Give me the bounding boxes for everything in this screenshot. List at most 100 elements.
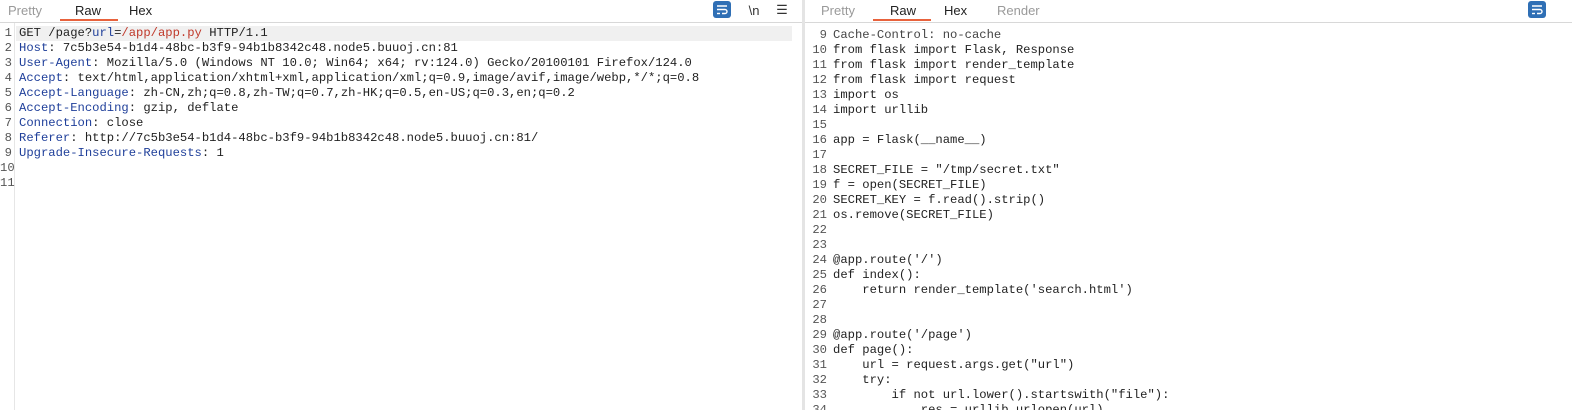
code-line: 9	[805, 28, 1572, 43]
line-number: 2	[4, 41, 12, 55]
code-token: f = open(SECRET_FILE)	[833, 178, 987, 192]
word-wrap-button[interactable]	[713, 1, 731, 18]
code-line: 5 Accept-Language: zh-CN,zh;q=0.8,zh-TW;q…	[0, 86, 802, 101]
line-text: from flask import Flask, Response	[833, 43, 1074, 58]
line-text: SECRET_FILE = "/tmp/secret.txt"	[833, 163, 1060, 178]
code-token: url = request.args.get("url")	[833, 358, 1075, 372]
code-line: 26 return render_template('search.html')	[805, 283, 1572, 298]
code-token: : 7c5b3e54-b1d4-48bc-b3f9-94b1b8342c48.n…	[48, 41, 458, 55]
active-tab-indicator	[60, 19, 118, 21]
code-line: 16 app = Flask(__name__)	[805, 133, 1572, 148]
line-number: 25	[812, 268, 827, 282]
line-number: 14	[812, 103, 827, 117]
code-token: import urllib	[833, 103, 929, 117]
line-number: 6	[4, 101, 12, 115]
code-token: : text/html,application/xhtml+xml,applic…	[62, 71, 700, 85]
code-token: from flask import request	[833, 73, 1016, 87]
line-number: 34	[812, 403, 827, 410]
code-token: GET /page?	[19, 26, 93, 40]
line-number: 16	[812, 133, 827, 147]
line-text: f = open(SECRET_FILE)	[833, 178, 987, 193]
line-number: 19	[812, 178, 827, 192]
line-text: Upgrade-Insecure-Requests: 1	[19, 146, 224, 161]
code-line: 27	[805, 298, 1572, 313]
line-number: 11	[0, 176, 15, 190]
code-line: 3 User-Agent: Mozilla/5.0 (Windows NT 10.…	[0, 56, 802, 71]
line-text: def index():	[833, 268, 921, 283]
line-text: def page():	[833, 343, 913, 358]
line-number: 26	[812, 283, 827, 297]
line-number: 4	[4, 71, 12, 85]
line-text: os.remove(SECRET_FILE)	[833, 208, 994, 223]
param-value: /app/app.py	[121, 26, 202, 40]
line-number: 7	[4, 116, 12, 130]
tab-hex[interactable]: Hex	[129, 3, 152, 18]
code-line: 34 res = urllib.urlopen(url)	[805, 403, 1572, 410]
code-line: 9 Upgrade-Insecure-Requests: 1	[0, 146, 802, 161]
line-text: Accept: text/html,application/xhtml+xml,…	[19, 71, 699, 86]
line-text: try:	[833, 373, 891, 388]
code-line: 11 from flask import render_template	[805, 58, 1572, 73]
line-number: 27	[812, 298, 827, 312]
code-line: 11	[0, 176, 802, 191]
tab-pretty[interactable]: Pretty	[8, 3, 42, 18]
code-line: 32 try:	[805, 373, 1572, 388]
line-number: 3	[4, 56, 12, 70]
line-text: User-Agent: Mozilla/5.0 (Windows NT 10.0…	[19, 56, 692, 71]
code-line: 12 from flask import request	[805, 73, 1572, 88]
line-text: Accept-Encoding: gzip, deflate	[19, 101, 238, 116]
code-line: 31 url = request.args.get("url")	[805, 358, 1572, 373]
line-text: @app.route('/')	[833, 253, 943, 268]
line-number: 15	[812, 118, 827, 132]
code-token: @app.route('/page')	[833, 328, 972, 342]
line-text: url = request.args.get("url")	[833, 358, 1074, 373]
menu-icon[interactable]: ☰	[774, 1, 790, 19]
partial-line: Cache-Control: no-cache	[805, 13, 1572, 42]
code-line: 23	[805, 238, 1572, 253]
code-token: from flask import render_template	[833, 58, 1075, 72]
line-number: 21	[812, 208, 827, 222]
code-token: @app.route('/')	[833, 253, 943, 267]
line-number: 32	[812, 373, 827, 387]
tab-raw[interactable]: Raw	[75, 3, 101, 18]
code-line: 15	[805, 118, 1572, 133]
line-number: 12	[812, 73, 827, 87]
code-line: 10	[0, 161, 802, 176]
code-token: app = Flask(__name__)	[833, 133, 987, 147]
line-text: @app.route('/page')	[833, 328, 972, 343]
line-number: 17	[812, 148, 827, 162]
line-number: 29	[812, 328, 827, 342]
response-editor[interactable]: Cache-Control: no-cache 9 10 from flask im…	[805, 23, 1572, 410]
show-newlines-button[interactable]: \n	[746, 1, 762, 19]
line-number: 9	[4, 146, 12, 160]
line-number: 8	[4, 131, 12, 145]
header-name: Upgrade-Insecure-Requests	[19, 146, 202, 160]
code-token: res = urllib.urlopen(url)	[833, 403, 1104, 410]
code-token: def index():	[833, 268, 921, 282]
line-text: import urllib	[833, 103, 928, 118]
code-line: 28	[805, 313, 1572, 328]
line-text: Accept-Language: zh-CN,zh;q=0.8,zh-TW;q=…	[19, 86, 575, 101]
request-editor[interactable]: 1 GET /page?url=/app/app.py HTTP/1.1 2 Host…	[0, 23, 802, 410]
header-name: Host	[19, 41, 49, 55]
code-line: 24 @app.route('/')	[805, 253, 1572, 268]
code-line: 10 from flask import Flask, Response	[805, 43, 1572, 58]
line-number: 31	[812, 358, 827, 372]
line-text: from flask import request	[833, 73, 1016, 88]
code-token: : http://7c5b3e54-b1d4-48bc-b3f9-94b1b83…	[70, 131, 539, 145]
line-number: 20	[812, 193, 827, 207]
line-number: 18	[812, 163, 827, 177]
code-line: 29 @app.route('/page')	[805, 328, 1572, 343]
code-token: if not url.lower().startswith("file"):	[833, 388, 1170, 402]
code-token: SECRET_KEY = f.read().strip()	[833, 193, 1046, 207]
header-name: Accept-Language	[19, 86, 129, 100]
line-text: return render_template('search.html')	[833, 283, 1133, 298]
code-line: 18 SECRET_FILE = "/tmp/secret.txt"	[805, 163, 1572, 178]
request-tabbar: Pretty Raw Hex \n ☰	[0, 0, 802, 23]
code-line: 2 Host: 7c5b3e54-b1d4-48bc-b3f9-94b1b8342…	[0, 41, 802, 56]
code-line: 13 import os	[805, 88, 1572, 103]
code-token: os.remove(SECRET_FILE)	[833, 208, 994, 222]
line-number: 30	[812, 343, 827, 357]
line-number: 9	[819, 28, 827, 42]
code-line: 20 SECRET_KEY = f.read().strip()	[805, 193, 1572, 208]
